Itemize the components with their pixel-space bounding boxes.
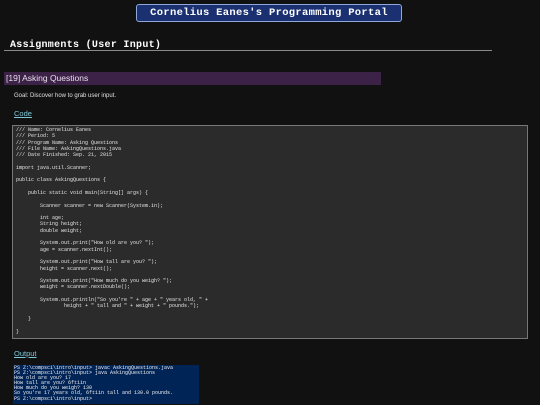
code-line: } <box>16 315 32 322</box>
code-line: height + " tall and " + weight + " pound… <box>16 303 200 310</box>
portal-title-banner: Cornelius Eanes's Programming Portal <box>136 4 402 22</box>
code-line: System.out.println("So you're " + age + … <box>16 297 209 304</box>
code-line: System.out.print("How much do you weigh?… <box>16 278 173 285</box>
code-line: int age; <box>16 215 65 222</box>
section-divider <box>4 50 492 51</box>
code-block: /// Name: Cornelius Eanes /// Period: 5 … <box>12 125 528 339</box>
code-line: Scanner scanner = new Scanner(System.in)… <box>16 202 164 209</box>
terminal-line: PS Z:\compsci\intro\input> <box>14 395 93 402</box>
code-line: /// Name: Cornelius Eanes <box>16 127 92 133</box>
terminal-output: PS Z:\compsci\intro\input> javac AskingQ… <box>13 365 199 404</box>
code-line: weight = scanner.nextDouble(); <box>16 284 131 291</box>
code-line: System.out.print("How tall are you? "); <box>16 259 158 266</box>
code-link[interactable]: Code <box>14 109 32 118</box>
code-line: String height; <box>16 221 83 228</box>
output-link[interactable]: Output <box>14 349 37 358</box>
code-line: System.out.print("How old are you? "); <box>16 240 155 247</box>
code-line: import java.util.Scanner; <box>16 164 92 171</box>
code-line: /// File Name: AskingQuestions.java <box>16 145 122 152</box>
code-line: /// Date Finished: Sep. 21, 2015 <box>16 152 113 159</box>
code-line: public static void main(String[] args) { <box>16 189 149 196</box>
terminal-listing: PS Z:\compsci\intro\input> javac AskingQ… <box>13 365 199 402</box>
lesson-goal: Goal: Discover how to grab user input. <box>14 93 117 99</box>
code-line: double weight; <box>16 227 83 234</box>
code-listing: /// Name: Cornelius Eanes /// Period: 5 … <box>13 126 527 335</box>
code-line: /// Period: 5 <box>16 133 56 140</box>
code-line: public class AskingQuestions { <box>16 177 107 184</box>
code-line: } <box>16 328 20 335</box>
code-line: height = scanner.next(); <box>16 265 113 272</box>
code-line: /// Program Name: Asking Questions <box>16 139 119 146</box>
code-line: age = scanner.nextInt(); <box>16 246 113 253</box>
lesson-title: [19] Asking Questions <box>4 72 381 85</box>
